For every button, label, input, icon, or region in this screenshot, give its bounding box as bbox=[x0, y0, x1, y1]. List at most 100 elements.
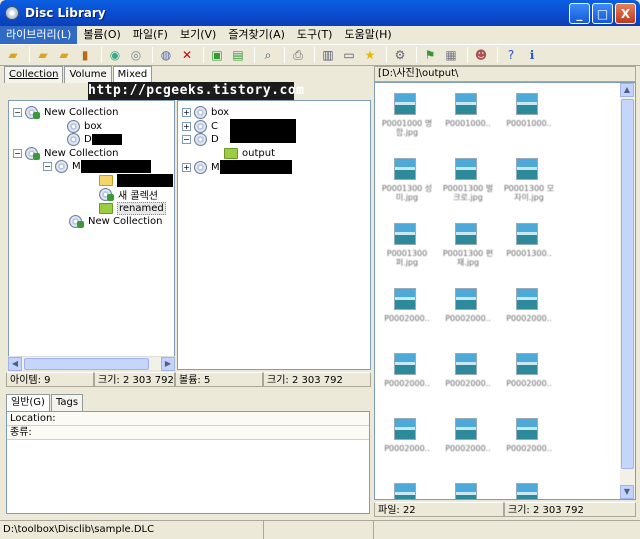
redacted-block bbox=[80, 159, 151, 173]
thumbnail-item[interactable]: P0002000.. bbox=[440, 280, 496, 332]
favorite-star-icon[interactable]: ★ bbox=[361, 46, 379, 64]
disc-icon bbox=[67, 119, 80, 133]
scroll-thumb[interactable] bbox=[621, 99, 634, 469]
properties-icon[interactable]: ▥ bbox=[319, 46, 337, 64]
menu-file[interactable]: 파일(F) bbox=[127, 26, 174, 44]
scan-disc-icon[interactable]: ◍ bbox=[157, 46, 175, 64]
thumbnail-item[interactable] bbox=[379, 475, 435, 499]
tree-node[interactable]: − D bbox=[182, 132, 219, 146]
thumbnail-item[interactable]: P0002000.. bbox=[501, 345, 557, 397]
thumbnail-item[interactable]: P0002000.. bbox=[379, 410, 435, 462]
delete-icon[interactable]: ✕ bbox=[178, 46, 196, 64]
thumbnail-item[interactable]: P0002000.. bbox=[501, 280, 557, 332]
expand-icon[interactable]: + bbox=[182, 121, 191, 131]
tab-tags[interactable]: Tags bbox=[50, 394, 84, 411]
menu-help[interactable]: 도움말(H) bbox=[338, 26, 397, 44]
maximize-button[interactable]: □ bbox=[592, 3, 613, 24]
info-icon[interactable]: ℹ bbox=[523, 46, 541, 64]
scroll-up-icon[interactable]: ▲ bbox=[620, 83, 634, 97]
thumbnail-item[interactable]: P0002000.. bbox=[501, 410, 557, 462]
location-field: Location: bbox=[7, 412, 369, 426]
vertical-scrollbar[interactable]: ▲ ▼ bbox=[620, 83, 635, 499]
image-thumbnail-icon bbox=[516, 353, 538, 375]
menu-favorites[interactable]: 즐겨찾기(A) bbox=[222, 26, 291, 44]
import-icon[interactable]: ▣ bbox=[208, 46, 226, 64]
thumbnail-item[interactable]: P0001000.. bbox=[440, 85, 496, 137]
menu-volume[interactable]: 볼륨(O) bbox=[77, 26, 126, 44]
thumbnail-item[interactable] bbox=[440, 475, 496, 499]
tree-node[interactable]: − M bbox=[43, 159, 151, 173]
window-icon[interactable]: ▭ bbox=[340, 46, 358, 64]
users-icon[interactable]: ☻ bbox=[472, 46, 490, 64]
tree-node[interactable]: − New Collection bbox=[13, 146, 118, 160]
app-disc-icon[interactable] bbox=[5, 6, 19, 20]
list-icon[interactable]: ▦ bbox=[442, 46, 460, 64]
tree-node[interactable]: − New Collection bbox=[13, 105, 118, 119]
help-icon[interactable]: ? bbox=[502, 46, 520, 64]
tree-node[interactable]: box bbox=[67, 119, 102, 133]
scroll-thumb[interactable] bbox=[24, 358, 149, 370]
collapse-icon[interactable]: − bbox=[182, 134, 191, 144]
tree-node[interactable]: + C bbox=[182, 119, 218, 133]
collapse-icon[interactable]: − bbox=[43, 161, 52, 171]
menu-library[interactable]: 라이브러리(L) bbox=[0, 26, 78, 44]
volume-tree[interactable]: + box + C − D output + M bbox=[177, 100, 371, 370]
thumbnail-item[interactable]: P0001300 편채.jpg bbox=[440, 215, 496, 267]
collapse-icon[interactable]: − bbox=[13, 148, 22, 158]
menu-view[interactable]: 보기(V) bbox=[174, 26, 222, 44]
thumbnail-item[interactable]: P0001300 벌크로.jpg bbox=[440, 150, 496, 202]
thumbnail-item[interactable]: P0001300 성미.jpg bbox=[379, 150, 435, 202]
expand-icon[interactable]: + bbox=[182, 107, 191, 117]
search-icon[interactable]: ⌕ bbox=[259, 46, 277, 64]
tree-node[interactable]: D bbox=[67, 132, 122, 146]
open-folder-icon[interactable]: ▰ bbox=[4, 46, 22, 64]
scroll-down-icon[interactable]: ▼ bbox=[620, 485, 634, 499]
settings-gear-icon[interactable]: ⚙ bbox=[391, 46, 409, 64]
save-icon[interactable]: ▮ bbox=[76, 46, 94, 64]
scroll-left-icon[interactable]: ◀ bbox=[8, 357, 22, 371]
tab-volume[interactable]: Volume bbox=[64, 66, 112, 83]
add-disc-icon[interactable]: ◉ bbox=[106, 46, 124, 64]
thumbnail-item[interactable]: P0002000.. bbox=[440, 410, 496, 462]
scroll-right-icon[interactable]: ▶ bbox=[161, 357, 175, 371]
thumbnail-caption: P0002000.. bbox=[384, 444, 430, 453]
thumbnail-item[interactable]: P0002000.. bbox=[379, 280, 435, 332]
expand-icon[interactable]: + bbox=[182, 162, 191, 172]
disc-icon bbox=[194, 160, 207, 174]
thumbnail-view[interactable]: P0001000 명함.jpg P0001000.. P0001000.. P0001… bbox=[374, 82, 636, 500]
image-thumbnail-icon bbox=[516, 223, 538, 245]
close-button[interactable]: X bbox=[615, 3, 636, 24]
thumbnail-caption: P0002000.. bbox=[445, 444, 491, 453]
export-icon[interactable]: ▤ bbox=[229, 46, 247, 64]
tree-node[interactable] bbox=[99, 173, 173, 187]
horizontal-scrollbar[interactable]: ◀ ▶ bbox=[8, 356, 175, 371]
thumbnail-item[interactable]: P0001000 명함.jpg bbox=[379, 85, 435, 137]
thumbnail-item[interactable]: P0002000.. bbox=[440, 345, 496, 397]
tree-node[interactable]: New Collection bbox=[69, 214, 162, 228]
thumbnail-item[interactable]: P0002000.. bbox=[379, 345, 435, 397]
tree-node-label: New Collection bbox=[44, 147, 119, 159]
folder-new-icon[interactable]: ▰ bbox=[34, 46, 52, 64]
thumbnail-item[interactable]: P0001300 모자이.jpg bbox=[501, 150, 557, 202]
tag-icon[interactable]: ⚑ bbox=[421, 46, 439, 64]
minimize-button[interactable]: _ bbox=[569, 3, 590, 24]
tree-node[interactable]: + box bbox=[182, 105, 229, 119]
collapse-icon[interactable]: − bbox=[13, 107, 22, 117]
tree-node[interactable]: + M bbox=[182, 160, 292, 174]
tree-node-selected[interactable]: renamed bbox=[99, 201, 166, 215]
disc-icon[interactable]: ◎ bbox=[127, 46, 145, 64]
thumbnail-item[interactable]: P0001300.. bbox=[501, 215, 557, 267]
toolbar-separator bbox=[152, 47, 153, 63]
thumbnail-item[interactable] bbox=[501, 475, 557, 499]
menu-tools[interactable]: 도구(T) bbox=[291, 26, 339, 44]
folder-up-icon[interactable]: ▰ bbox=[55, 46, 73, 64]
collection-tree[interactable]: − New Collection box D − New Collection … bbox=[8, 100, 175, 370]
print-icon[interactable]: ⎙ bbox=[289, 46, 307, 64]
thumbnail-item[interactable]: P0001000.. bbox=[501, 85, 557, 137]
tree-node[interactable]: output bbox=[224, 146, 275, 160]
thumbnail-item[interactable]: P0001300 퍼.jpg bbox=[379, 215, 435, 267]
menu-bar: 라이브러리(L) 볼륨(O) 파일(F) 보기(V) 즐겨찾기(A) 도구(T)… bbox=[0, 26, 640, 44]
tab-collection[interactable]: Collection bbox=[4, 66, 64, 83]
tree-node[interactable]: 새 콜렉션 bbox=[99, 187, 158, 202]
tab-general[interactable]: 일반(G) bbox=[6, 394, 50, 412]
